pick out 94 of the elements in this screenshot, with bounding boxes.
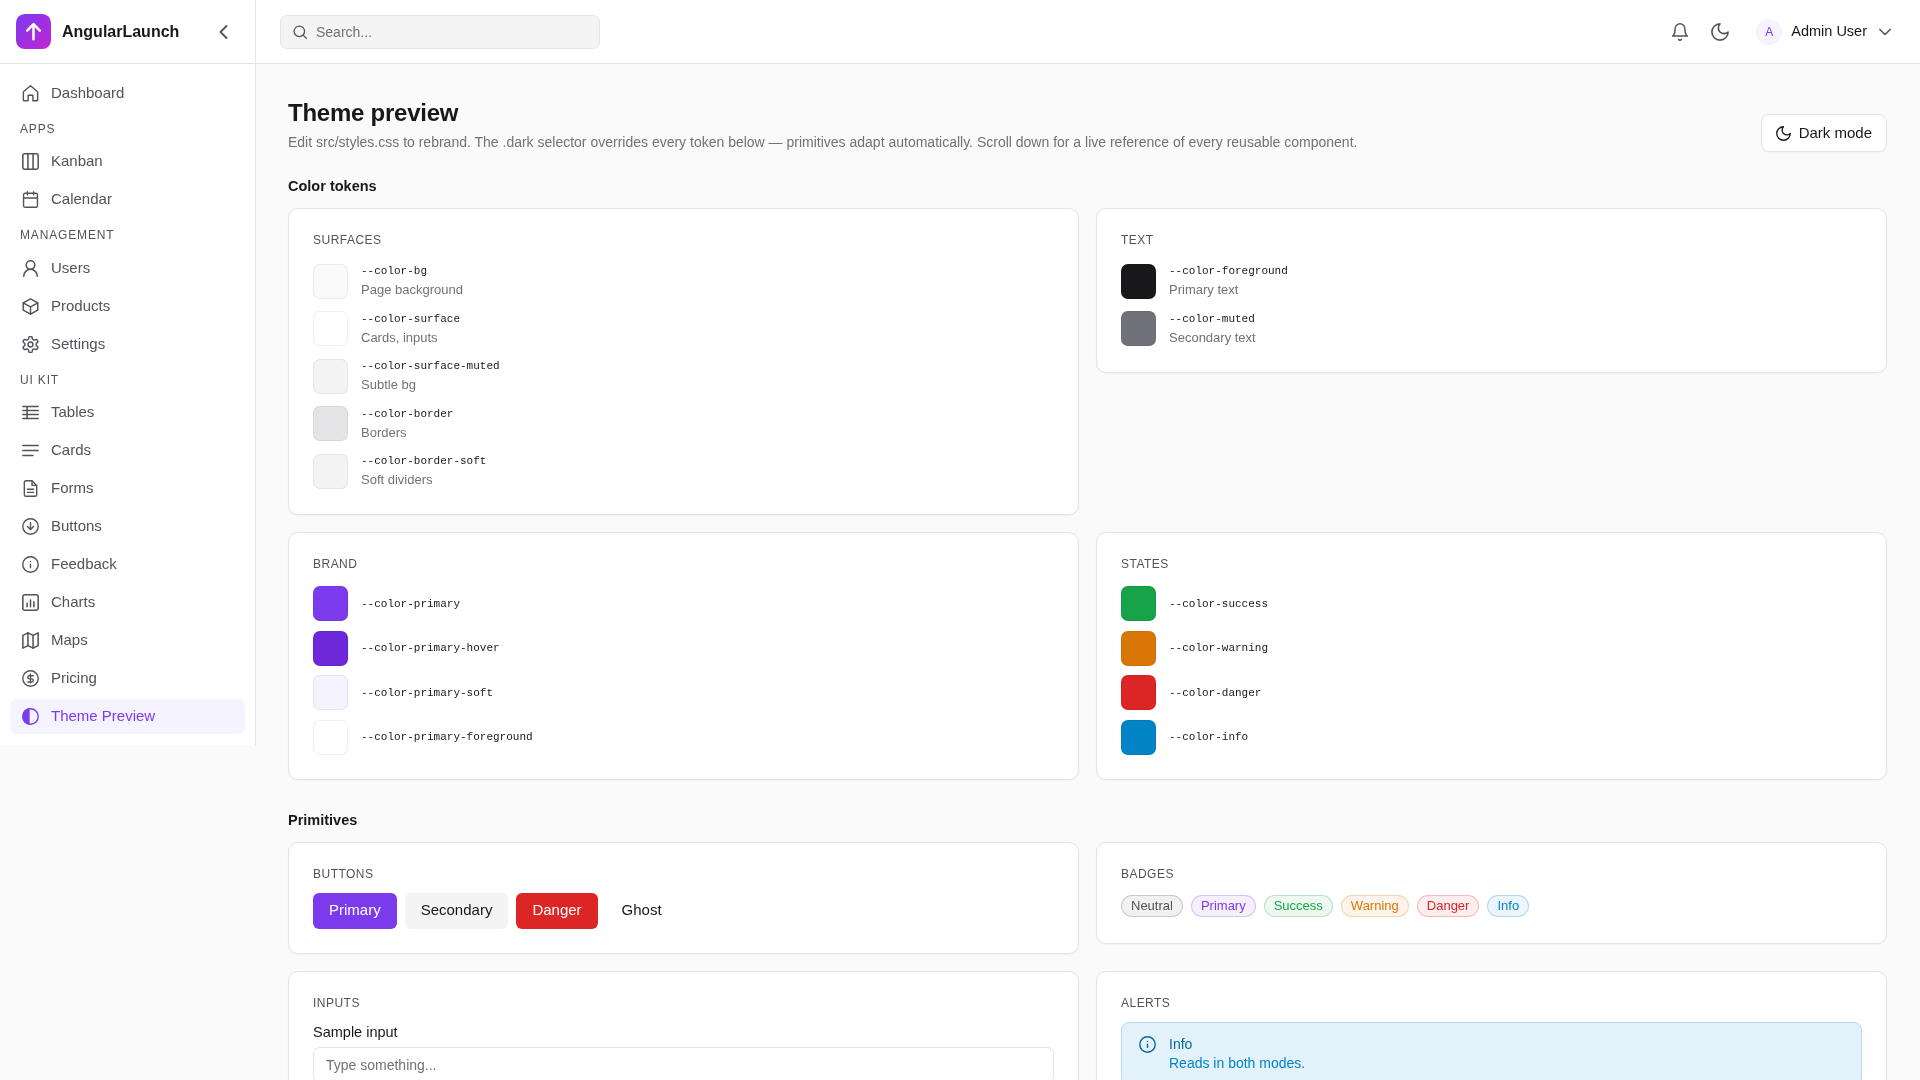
search-field[interactable]: Search...: [280, 14, 600, 49]
card-title: BUTTONS: [313, 865, 374, 882]
sidebar-section-label: APPS: [20, 120, 56, 137]
document-icon: [22, 480, 39, 497]
sidebar-section-label: UI KIT: [20, 371, 60, 388]
sidebar-item[interactable]: Tables: [10, 395, 245, 430]
card-title: BRAND: [313, 556, 358, 572]
badge: Neutral: [1121, 894, 1183, 917]
token-name: --color-foreground: [1169, 264, 1288, 279]
card-title: BADGES: [1121, 865, 1174, 882]
sidebar-item[interactable]: Dashboard: [10, 75, 245, 111]
sidebar-item[interactable]: Theme Preview: [10, 699, 245, 734]
page-subtitle: Edit src/styles.css to rebrand. The .dark selector overrides every token below — primitives adapt automatically. Scroll down for a live reference of every reusable component.: [288, 133, 1358, 152]
page-title: Theme preview: [288, 98, 459, 128]
search-icon: [293, 24, 307, 39]
sidebar-item[interactable]: Users: [10, 250, 245, 286]
table-icon: [22, 404, 39, 421]
home-icon: [22, 84, 39, 102]
brand-name: AngularLaunch: [62, 21, 180, 42]
input-field[interactable]: Type something...: [313, 1046, 1054, 1080]
token-name: --color-primary-hover: [361, 641, 500, 656]
sidebar-item[interactable]: Feedback: [10, 547, 245, 582]
chevron-left-icon[interactable]: [219, 24, 228, 39]
badge: Warning: [1340, 894, 1409, 917]
token-name: --color-danger: [1169, 685, 1262, 701]
sidebar-item[interactable]: Settings: [10, 326, 245, 362]
sidebar-item[interactable]: Kanban: [10, 144, 245, 179]
token-name: --color-success: [1169, 596, 1269, 612]
sidebar-item[interactable]: Products: [10, 288, 245, 324]
section-heading: Color tokens: [288, 177, 377, 196]
map-icon: [22, 632, 39, 649]
cube-icon: [22, 297, 39, 315]
token-name: --color-primary-soft: [361, 685, 494, 701]
badge: Primary: [1190, 894, 1256, 917]
chevron-down-icon[interactable]: [1879, 27, 1891, 36]
info-icon: [1139, 1035, 1156, 1053]
token-description: Soft dividers: [361, 471, 433, 489]
token-description: Secondary text: [1169, 328, 1256, 347]
button[interactable]: Primary: [313, 892, 397, 929]
token-name: --color-warning: [1169, 641, 1269, 656]
token-description: Page background: [361, 281, 463, 299]
lines-icon: [22, 442, 39, 459]
avatar: A: [1756, 18, 1783, 45]
info-icon: [22, 556, 39, 573]
card-title: ALERTS: [1121, 994, 1171, 1011]
section-heading: Primitives: [288, 810, 358, 830]
half-circle-icon: [22, 708, 39, 725]
bar-chart-icon: [22, 594, 39, 611]
token-name: --color-bg: [361, 264, 427, 279]
token-name: --color-info: [1169, 730, 1249, 745]
user-name[interactable]: Admin User: [1791, 20, 1867, 43]
token-name: --color-border-soft: [361, 454, 487, 469]
token-name: --color-primary: [361, 596, 461, 612]
token-name: --color-muted: [1169, 311, 1255, 327]
badge: Info: [1487, 894, 1530, 917]
calendar-icon: [22, 191, 39, 208]
logo-icon: [16, 14, 51, 49]
sidebar-item[interactable]: Maps: [10, 623, 245, 658]
sidebar-item[interactable]: Buttons: [10, 509, 245, 544]
sidebar-item[interactable]: Calendar: [10, 182, 245, 217]
alert-text: Reads in both modes.: [1169, 1053, 1306, 1072]
button[interactable]: Danger: [516, 892, 598, 929]
token-name: --color-surface-muted: [361, 359, 500, 374]
dark-mode-button[interactable]: Dark mode: [1760, 114, 1887, 152]
card-title: TEXT: [1121, 232, 1154, 248]
badge: Success: [1263, 894, 1333, 917]
button[interactable]: Ghost: [605, 892, 678, 929]
token-name: --color-primary-foreground: [361, 730, 533, 745]
columns-icon: [22, 153, 39, 170]
button[interactable]: Secondary: [404, 892, 509, 929]
token-description: Subtle bg: [361, 376, 416, 394]
arrow-down-circle-icon: [22, 518, 39, 535]
card-title: STATES: [1121, 556, 1169, 572]
moon-icon: [1775, 125, 1791, 141]
sidebar-section-label: MANAGEMENT: [20, 227, 115, 243]
sidebar-item[interactable]: Charts: [10, 585, 245, 620]
bell-icon[interactable]: [1671, 22, 1690, 41]
token-name: --color-border: [361, 406, 454, 422]
token-description: Cards, inputs: [361, 328, 438, 347]
token-description: Borders: [361, 423, 407, 442]
alert-title: Info: [1169, 1034, 1193, 1054]
badge: Danger: [1416, 894, 1480, 917]
dollar-icon: [22, 670, 39, 687]
sidebar-item[interactable]: Forms: [10, 471, 245, 506]
field-label: Sample input: [313, 1022, 398, 1042]
card-title: INPUTS: [313, 994, 360, 1011]
token-name: --color-surface: [361, 311, 461, 327]
card-title: SURFACES: [313, 232, 382, 248]
sidebar-item[interactable]: Cards: [10, 433, 245, 468]
sidebar-item[interactable]: Pricing: [10, 661, 245, 696]
moon-icon[interactable]: [1711, 22, 1730, 41]
user-icon: [22, 259, 39, 277]
token-description: Primary text: [1169, 281, 1239, 299]
settings-icon: [22, 335, 39, 353]
